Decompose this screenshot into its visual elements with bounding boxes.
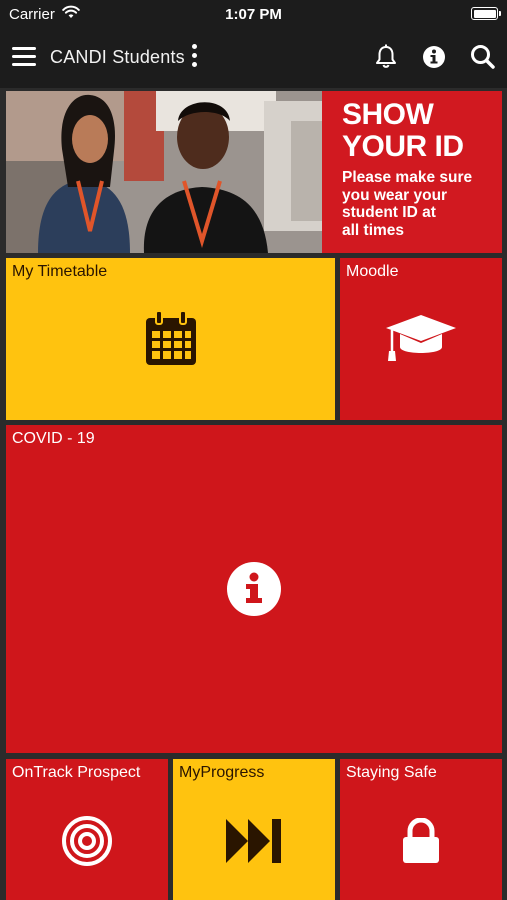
fast-forward-icon (226, 819, 281, 863)
banner-subtext: Please make sure you wear your student I… (342, 169, 502, 239)
banner-subtext-line: all times (342, 221, 405, 239)
tile-my-timetable[interactable]: My Timetable (6, 258, 335, 420)
lock-icon (403, 818, 439, 863)
tile-ontrack-prospect[interactable]: OnTrack Prospect (6, 759, 168, 900)
banner-headline-line: SHOW (342, 98, 434, 131)
tile-label: My Timetable (12, 263, 108, 280)
tile-staying-safe[interactable]: Staying Safe (340, 759, 502, 900)
banner-headline: SHOW YOUR ID (342, 99, 502, 163)
tile-label: MyProgress (179, 764, 265, 781)
search-icon[interactable] (468, 42, 498, 72)
tile-label: Moodle (346, 263, 399, 280)
status-bar: Carrier 1:07 PM (0, 0, 507, 28)
dashboard-grid: SHOW YOUR ID Please make sure you wear y… (0, 88, 507, 900)
info-icon (227, 562, 281, 616)
graduation-cap-icon (386, 315, 456, 361)
more-options-icon[interactable] (188, 43, 200, 69)
tile-label: OnTrack Prospect (12, 764, 141, 781)
banner-subtext-line: you wear your (342, 186, 448, 204)
banner-text: SHOW YOUR ID Please make sure you wear y… (342, 99, 502, 239)
banner-subtext-line: student ID at (342, 204, 436, 221)
app-title: CANDI Students (50, 47, 185, 67)
menu-icon[interactable] (10, 44, 40, 70)
tile-myprogress[interactable]: MyProgress (173, 759, 335, 900)
tile-moodle[interactable]: Moodle (340, 258, 502, 420)
tile-label: Staying Safe (346, 764, 437, 781)
app-bar: CANDI Students (0, 28, 507, 88)
banner-headline-line: YOUR ID (342, 130, 464, 163)
tile-covid-19[interactable]: COVID - 19 (6, 425, 502, 753)
info-icon[interactable] (419, 42, 449, 72)
bell-icon[interactable] (371, 42, 401, 72)
banner-subtext-line: Please make sure (342, 169, 473, 186)
battery-icon (471, 7, 501, 20)
students-photo (6, 91, 322, 253)
target-icon (62, 816, 112, 866)
clock: 1:07 PM (225, 6, 282, 23)
show-your-id-banner[interactable]: SHOW YOUR ID Please make sure you wear y… (6, 91, 502, 253)
tile-label: COVID - 19 (12, 430, 95, 447)
calendar-icon (145, 310, 196, 365)
